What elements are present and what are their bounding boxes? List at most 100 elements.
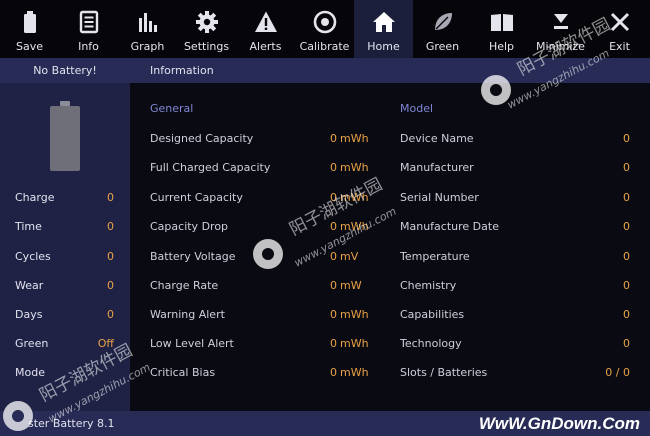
info-button[interactable]: Info <box>59 0 118 58</box>
settings-button[interactable]: Settings <box>177 0 236 58</box>
main-toolbar: Save Info Graph Settings Alerts Calibrat… <box>0 0 650 58</box>
minimize-icon <box>553 14 568 29</box>
general-heading: General <box>150 102 194 115</box>
gear-icon <box>195 11 218 33</box>
stat-value: 0 <box>107 191 114 204</box>
row-value: 0 <box>623 308 630 321</box>
row-value: 0 <box>623 250 630 263</box>
row-value: 0 <box>623 337 630 350</box>
row-value: 0 <box>330 250 337 263</box>
status-footer: ster Battery 8.1 WwW.GnDown.Com <box>0 411 650 436</box>
general-row: Current Capacity 0 mWh <box>150 189 370 207</box>
row-label: Critical Bias <box>150 366 216 379</box>
section-title: Information <box>150 64 214 77</box>
row-label: Capabilities <box>400 308 465 321</box>
stat-value: 0 <box>107 250 114 263</box>
bar-graph-icon <box>138 13 157 32</box>
row-unit: mWh <box>340 132 369 145</box>
stat-label: Green <box>15 337 49 350</box>
document-icon <box>79 10 98 34</box>
stat-label: Cycles <box>15 250 51 263</box>
row-value: 0 <box>330 191 337 204</box>
row-label: Full Charged Capacity <box>150 161 271 174</box>
stat-value: 0 <box>107 308 114 321</box>
row-label: Battery Voltage <box>150 250 236 263</box>
green-button[interactable]: Green <box>413 0 472 58</box>
header-strip: No Battery! Information <box>0 58 650 83</box>
row-label: Manufacture Date <box>400 220 499 233</box>
help-label: Help <box>488 40 515 53</box>
general-row: Charge Rate 0 mW <box>150 277 370 295</box>
stat-value: 0 <box>107 279 114 292</box>
general-row: Designed Capacity 0 mWh <box>150 130 370 148</box>
row-unit: mV <box>340 250 359 263</box>
stat-days: Days 0 <box>0 306 130 324</box>
row-unit: mWh <box>340 191 369 204</box>
minimize-button[interactable]: Minimize <box>531 0 590 58</box>
stat-wear: Wear 0 <box>0 277 130 295</box>
warning-icon <box>254 11 277 32</box>
row-label: Capacity Drop <box>150 220 229 233</box>
model-row: Temperature 0 <box>400 248 630 266</box>
graph-button[interactable]: Graph <box>118 0 177 58</box>
row-label: Technology <box>400 337 462 350</box>
model-row: Serial Number 0 <box>400 189 630 207</box>
row-label: Temperature <box>400 250 470 263</box>
target-icon <box>313 10 336 34</box>
home-icon <box>372 12 395 32</box>
settings-label: Settings <box>183 40 230 53</box>
row-label: Device Name <box>400 132 474 145</box>
general-row: Full Charged Capacity 0 mWh <box>150 159 370 177</box>
stat-label: Mode <box>15 366 45 379</box>
model-row: Manufacture Date 0 <box>400 218 630 236</box>
row-unit: mWh <box>340 308 369 321</box>
calibrate-button[interactable]: Calibrate <box>295 0 354 58</box>
close-icon <box>610 12 629 32</box>
stat-label: Wear <box>15 279 44 292</box>
row-label: Charge Rate <box>150 279 219 292</box>
alerts-label: Alerts <box>249 40 282 53</box>
general-row: Critical Bias 0 mWh <box>150 364 370 382</box>
row-label: Chemistry <box>400 279 457 292</box>
stat-label: Charge <box>15 191 55 204</box>
stat-cycles: Cycles 0 <box>0 248 130 266</box>
alerts-button[interactable]: Alerts <box>236 0 295 58</box>
row-label: Serial Number <box>400 191 479 204</box>
general-row: Low Level Alert 0 mWh <box>150 335 370 353</box>
battery-gauge-icon <box>50 101 80 171</box>
row-value: 0 <box>330 132 337 145</box>
row-label: Manufacturer <box>400 161 474 174</box>
row-value: 0 <box>330 220 337 233</box>
minimize-label: Minimize <box>536 40 585 53</box>
exit-label: Exit <box>609 40 630 53</box>
row-label: Current Capacity <box>150 191 243 204</box>
model-row: Slots / Batteries 0 / 0 <box>400 364 630 382</box>
row-unit: mWh <box>340 366 369 379</box>
stat-value: 0 <box>107 220 114 233</box>
exit-button[interactable]: Exit <box>590 0 649 58</box>
model-row: Technology 0 <box>400 335 630 353</box>
model-row: Device Name 0 <box>400 130 630 148</box>
stat-label: Days <box>15 308 43 321</box>
left-panel: Charge 0 Time 0 Cycles 0 Wear 0 Days 0 G… <box>0 83 130 411</box>
general-row: Warning Alert 0 mWh <box>150 306 370 324</box>
save-button[interactable]: Save <box>0 0 59 58</box>
graph-label: Graph <box>130 40 165 53</box>
battery-body <box>50 106 80 171</box>
stat-value: Off <box>97 337 114 350</box>
home-button[interactable]: Home <box>354 0 413 58</box>
row-unit: mW <box>340 279 362 292</box>
row-value: 0 <box>623 191 630 204</box>
help-button[interactable]: Help <box>472 0 531 58</box>
row-value: 0 <box>623 279 630 292</box>
row-value: 0 <box>623 220 630 233</box>
row-value: 0 <box>623 132 630 145</box>
row-unit: mWh <box>340 220 369 233</box>
battery-status: No Battery! <box>33 64 97 77</box>
stat-time: Time 0 <box>0 218 130 236</box>
general-row: Capacity Drop 0 mWh <box>150 218 370 236</box>
row-label: Low Level Alert <box>150 337 234 350</box>
leaf-icon <box>434 13 452 30</box>
info-label: Info <box>78 40 99 53</box>
stat-charge: Charge 0 <box>0 189 130 207</box>
